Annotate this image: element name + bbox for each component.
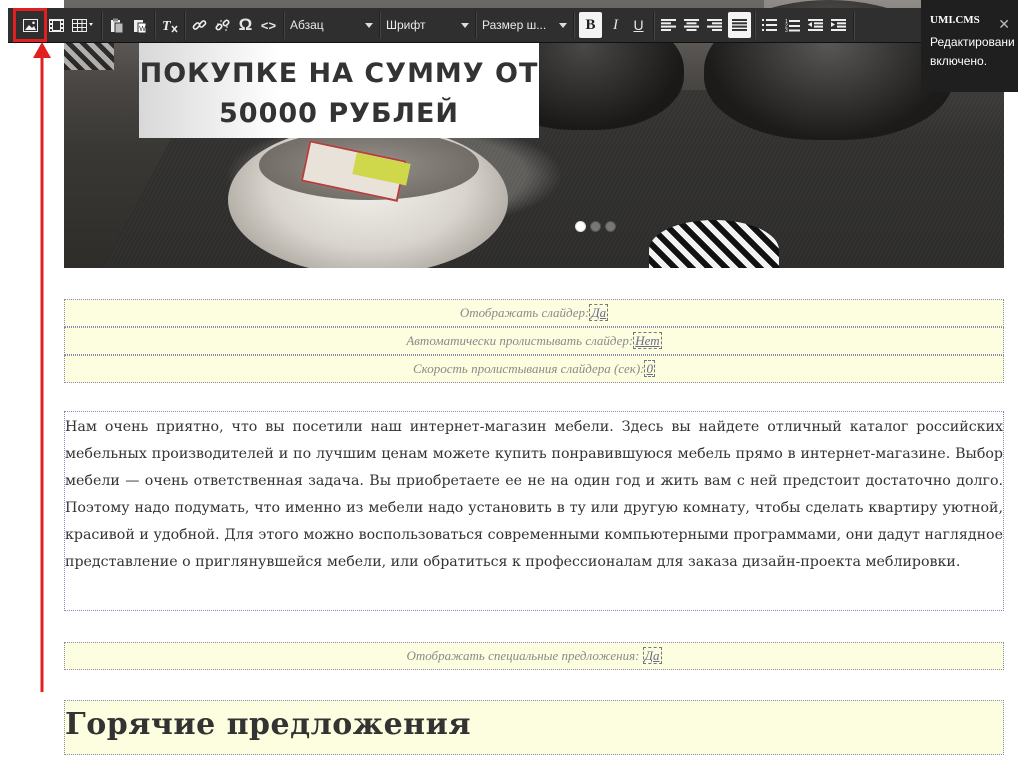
align-justify-button[interactable] <box>728 12 751 38</box>
remove-format-button[interactable]: T <box>158 12 181 38</box>
align-left-button[interactable] <box>657 12 680 38</box>
bold-button[interactable]: B <box>579 12 602 38</box>
cms-notification: UMI.CMS ✕ Редактировани включено. <box>921 0 1018 92</box>
format-select[interactable]: Абзац <box>284 12 380 38</box>
font-select-value: Шрифт <box>386 18 426 32</box>
field-slider-speed[interactable]: Скорость пролистывания слайдера (сек): 0 <box>64 355 1004 383</box>
paste-word-icon: W <box>133 19 146 33</box>
svg-text:3: 3 <box>785 28 788 32</box>
field-value[interactable]: 0 <box>644 360 655 377</box>
field-autoplay-slider[interactable]: Автоматически пролистывать слайдер: Нет <box>64 327 1004 355</box>
format-clear-group: T <box>155 11 185 39</box>
remove-link-button[interactable] <box>211 12 234 38</box>
numbered-list-button[interactable]: 1 2 3 <box>781 12 804 38</box>
align-center-button[interactable] <box>680 12 703 38</box>
section-heading[interactable]: Горячие предложения <box>65 701 1003 742</box>
intro-paragraph[interactable]: Нам очень приятно, что вы посетили наш и… <box>65 414 1003 576</box>
bullet-list-button[interactable] <box>758 12 781 38</box>
slider-dot-1[interactable] <box>575 221 586 232</box>
paste-word-button[interactable]: W <box>128 12 151 38</box>
field-value[interactable]: Да <box>589 304 609 321</box>
indent-button[interactable] <box>827 12 850 38</box>
source-code-button[interactable]: <> <box>257 12 280 38</box>
chevron-down-icon <box>461 22 469 28</box>
chevron-down-icon <box>365 22 373 28</box>
outdent-icon <box>808 19 823 31</box>
svg-text:T: T <box>162 19 172 33</box>
align-right-button[interactable] <box>703 12 726 38</box>
promo-line-1: ПОКУПКЕ НА СУММУ ОТ <box>139 58 539 89</box>
insert-table-button[interactable] <box>68 12 98 38</box>
field-label: Отображать слайдер: <box>459 305 590 320</box>
text-style-group: B I U <box>574 11 654 39</box>
editable-content-block[interactable]: Нам очень приятно, что вы посетили наш и… <box>64 411 1004 611</box>
annotation-arrow <box>33 42 51 692</box>
promo-line-2: 50000 РУБЛЕЙ <box>219 98 459 129</box>
align-left-icon <box>661 19 676 31</box>
section-heading-block[interactable]: Горячие предложения <box>64 700 1004 755</box>
table-icon <box>72 18 93 32</box>
field-value[interactable]: Нет <box>633 332 662 349</box>
underline-button[interactable]: U <box>627 12 650 38</box>
promo-text: ПОКУПКЕ НА СУММУ ОТ 50000 РУБЛЕЙ <box>139 54 539 134</box>
align-right-icon <box>707 19 722 31</box>
paste-text-icon <box>110 18 123 33</box>
paste-text-button[interactable] <box>105 12 128 38</box>
insert-group <box>12 8 102 42</box>
notification-message-line-1: Редактировани <box>930 35 1015 49</box>
font-size-select[interactable]: Размер ш... <box>476 12 574 38</box>
font-size-select-value: Размер ш... <box>482 18 547 32</box>
special-char-button[interactable]: Ω <box>234 12 257 38</box>
notification-message-line-2: включено. <box>930 54 988 68</box>
clipboard-group: W <box>102 11 155 39</box>
slider-dot-3[interactable] <box>605 221 616 232</box>
svg-text:W: W <box>139 26 146 33</box>
format-select-value: Абзац <box>290 18 324 32</box>
slider-pagination <box>575 221 616 232</box>
field-label: Автоматически пролистывать слайдер: <box>406 333 634 348</box>
numbered-list-icon: 1 2 3 <box>785 19 800 32</box>
link-group: Ω <> <box>185 11 284 39</box>
align-justify-icon <box>732 19 747 31</box>
editor-toolbar: W T Ω <> Абзац Шрифт Размер ш... B I U 1… <box>8 8 928 43</box>
insert-link-button[interactable] <box>188 12 211 38</box>
unlink-icon <box>215 18 230 31</box>
field-show-slider[interactable]: Отображать слайдер: Да <box>64 299 1004 327</box>
image-icon <box>22 18 38 32</box>
field-label: Отображать специальные предложения: <box>406 648 640 663</box>
field-show-special-offers[interactable]: Отображать специальные предложения: Да <box>64 642 1004 670</box>
close-icon[interactable]: ✕ <box>998 16 1010 33</box>
slider-dot-2[interactable] <box>590 221 601 232</box>
promo-banner[interactable]: ПОКУПКЕ НА СУММУ ОТ 50000 РУБЛЕЙ <box>139 40 539 138</box>
notification-message: Редактировани включено. <box>930 33 1018 71</box>
align-center-icon <box>684 19 699 31</box>
field-value[interactable]: Да <box>642 647 662 664</box>
insert-video-button[interactable] <box>45 12 68 38</box>
link-icon <box>192 19 207 30</box>
font-select[interactable]: Шрифт <box>380 12 476 38</box>
align-group <box>654 11 755 39</box>
chevron-down-icon <box>559 22 567 28</box>
field-label: Скорость пролистывания слайдера (сек): <box>413 361 645 376</box>
insert-image-button[interactable] <box>13 8 47 42</box>
clear-format-icon: T <box>162 19 178 33</box>
indent-icon <box>831 19 846 31</box>
outdent-button[interactable] <box>804 12 827 38</box>
italic-button[interactable]: I <box>604 12 627 38</box>
film-icon <box>49 18 64 32</box>
list-group: 1 2 3 <box>755 11 854 39</box>
bullet-list-icon <box>762 19 777 31</box>
